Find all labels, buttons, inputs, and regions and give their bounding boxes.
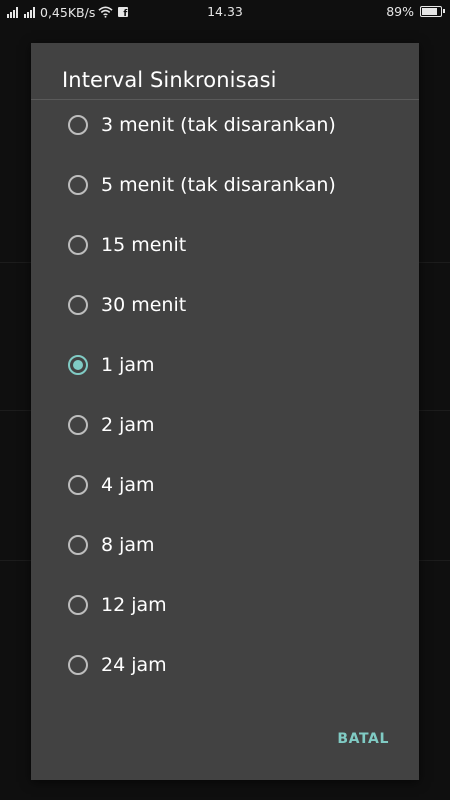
status-time: 14.33 (207, 4, 243, 19)
radio-button[interactable] (68, 175, 88, 195)
sync-interval-dialog: Interval Sinkronisasi 3 menit (tak disar… (31, 43, 419, 780)
cancel-button[interactable]: BATAL (337, 731, 389, 747)
interval-options-list[interactable]: 3 menit (tak disarankan) 5 menit (tak di… (31, 100, 419, 720)
interval-option[interactable]: 24 jam (31, 637, 419, 693)
interval-option[interactable]: 5 menit (tak disarankan) (31, 157, 419, 213)
option-label: 8 jam (101, 534, 155, 556)
option-label: 4 jam (101, 474, 155, 496)
interval-option[interactable]: 15 menit (31, 217, 419, 273)
interval-option[interactable]: 4 jam (31, 457, 419, 513)
battery-level-fill (422, 8, 438, 15)
radio-button[interactable] (68, 535, 88, 555)
dialog-title: Interval Sinkronisasi (62, 68, 277, 92)
radio-button[interactable] (68, 655, 88, 675)
battery-icon (420, 6, 445, 17)
option-label: 15 menit (101, 234, 187, 256)
option-label: 5 menit (tak disarankan) (101, 174, 336, 196)
interval-option[interactable]: 8 jam (31, 517, 419, 573)
radio-button[interactable] (68, 595, 88, 615)
radio-button[interactable] (68, 475, 88, 495)
status-bar: 0,45KB/s 14.33 89% (0, 0, 450, 24)
interval-option[interactable]: 30 menit (31, 277, 419, 333)
option-label: 2 jam (101, 414, 155, 436)
interval-option[interactable]: 2 jam (31, 397, 419, 453)
interval-option[interactable]: 3 menit (tak disarankan) (31, 100, 419, 153)
radio-button[interactable] (68, 235, 88, 255)
screen: 0,45KB/s 14.33 89% Interval Sinkronisasi… (0, 0, 450, 800)
interval-option[interactable]: 1 jam (31, 337, 419, 393)
option-label: 12 jam (101, 594, 167, 616)
radio-button[interactable] (68, 295, 88, 315)
battery-percentage: 89% (386, 4, 414, 19)
option-label: 30 menit (101, 294, 187, 316)
radio-button[interactable] (68, 355, 88, 375)
status-bar-right: 89% (386, 4, 445, 19)
option-label: 24 jam (101, 654, 167, 676)
option-label: 3 menit (tak disarankan) (101, 114, 336, 136)
radio-button[interactable] (68, 415, 88, 435)
option-label: 1 jam (101, 354, 155, 376)
interval-option[interactable]: 12 jam (31, 577, 419, 633)
radio-button[interactable] (68, 115, 88, 135)
